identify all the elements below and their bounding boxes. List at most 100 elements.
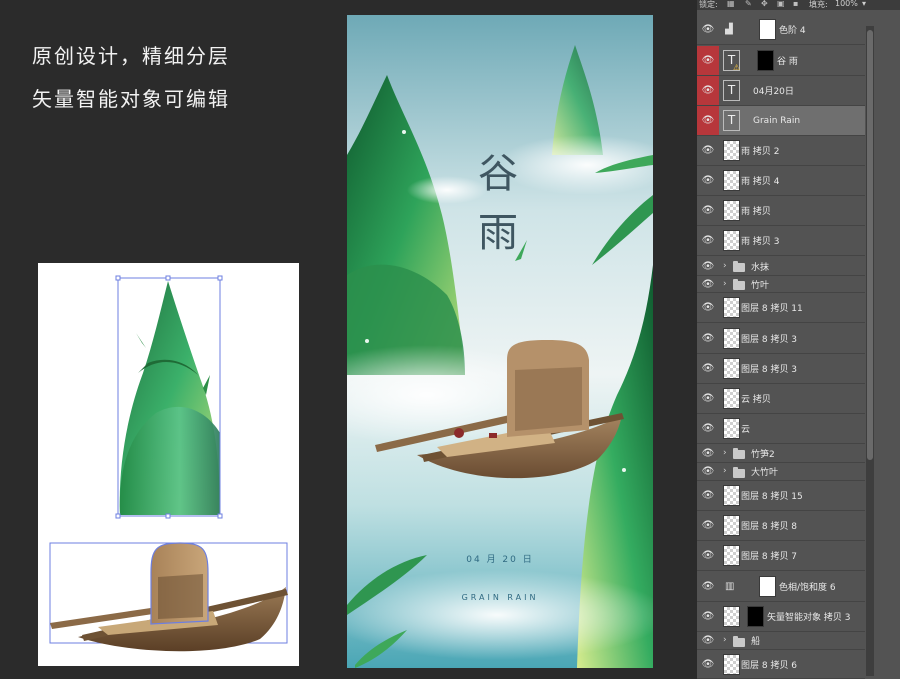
visibility-eye-icon[interactable]: 👁 — [697, 226, 719, 255]
poster-title-char2[interactable]: 雨 — [478, 200, 518, 258]
adjustment-layer-icon: ▟ — [725, 24, 733, 35]
workspace: 原创设计，精细分层 矢量智能对象可编辑 谷 雨 04 月 20 日 GRAIN … — [0, 0, 900, 679]
layer-row[interactable]: 👁 › 水抹 — [697, 257, 865, 276]
layer-row[interactable]: 👁 图层 8 拷贝 7 — [697, 541, 865, 571]
expand-chevron-icon[interactable]: › — [723, 261, 727, 271]
layer-thumbnail — [723, 358, 740, 379]
layer-row[interactable]: 👁 › 大竹叶 — [697, 463, 865, 481]
layer-name: 图层 8 拷贝 15 — [741, 492, 803, 502]
lock-pixels-icon[interactable]: ▦ — [727, 0, 735, 8]
layer-name: 矢量智能对象 拷贝 3 — [767, 613, 851, 623]
visibility-eye-icon[interactable]: 👁 — [697, 46, 719, 75]
layer-row[interactable]: 👁 云 — [697, 414, 865, 444]
poster-date[interactable]: 04 月 20 日 — [347, 552, 653, 565]
layer-row[interactable]: 👁 T Grain Rain — [697, 106, 865, 136]
visibility-eye-icon[interactable]: 👁 — [697, 324, 719, 353]
boat-artboard — [38, 529, 299, 666]
layer-row[interactable]: 👁 图层 8 拷贝 11 — [697, 293, 865, 323]
poster-canvas[interactable]: 谷 雨 04 月 20 日 GRAIN RAIN — [347, 15, 653, 668]
layer-name: 云 — [741, 425, 751, 435]
layer-row[interactable]: 👁 › 船 — [697, 632, 865, 650]
lock-artboard-icon[interactable]: ▣ — [777, 0, 785, 8]
folder-icon — [733, 466, 745, 478]
lock-position-icon[interactable]: ✥ — [761, 0, 768, 8]
visibility-eye-icon[interactable]: 👁 — [697, 15, 719, 44]
visibility-eye-icon[interactable]: 👁 — [697, 444, 719, 462]
visibility-eye-icon[interactable]: 👁 — [697, 354, 719, 383]
layer-name: 图层 8 拷贝 3 — [741, 335, 798, 345]
visibility-eye-icon[interactable]: 👁 — [697, 572, 719, 601]
layer-row[interactable]: 👁 图层 8 拷贝 3 — [697, 354, 865, 384]
lock-brush-icon[interactable]: ✎ — [745, 0, 752, 8]
layer-thumbnail — [723, 515, 740, 536]
visibility-eye-icon[interactable]: 👁 — [697, 463, 719, 480]
layer-row[interactable]: 👁 雨 拷贝 4 — [697, 166, 865, 196]
visibility-eye-icon[interactable]: 👁 — [697, 384, 719, 413]
layers-scroll-thumb[interactable] — [867, 30, 873, 460]
visibility-eye-icon[interactable]: 👁 — [697, 276, 719, 292]
layer-mask-thumbnail[interactable] — [747, 606, 764, 627]
visibility-eye-icon[interactable]: 👁 — [697, 76, 719, 105]
layer-name: 色相/饱和度 6 — [779, 583, 836, 593]
layer-mask-thumbnail[interactable] — [757, 50, 774, 71]
layer-name: 图层 8 拷贝 8 — [741, 522, 798, 532]
bamboo-artboard — [38, 263, 299, 533]
layer-row[interactable]: 👁 雨 拷贝 — [697, 196, 865, 226]
fill-dropdown-icon[interactable]: ▾ — [862, 0, 866, 8]
text-layer-icon: T — [723, 110, 740, 131]
visibility-eye-icon[interactable]: 👁 — [697, 632, 719, 649]
layer-row[interactable]: 👁 云 拷贝 — [697, 384, 865, 414]
layer-row[interactable]: 👁 图层 8 拷贝 8 — [697, 511, 865, 541]
layer-thumbnail — [723, 297, 740, 318]
layer-row[interactable]: 👁 ▟ 色阶 4 — [697, 15, 865, 45]
layer-row[interactable]: 👁 雨 拷贝 2 — [697, 136, 865, 166]
visibility-eye-icon[interactable]: 👁 — [697, 196, 719, 225]
visibility-eye-icon[interactable]: 👁 — [697, 293, 719, 322]
layer-name: 图层 8 拷贝 7 — [741, 552, 798, 562]
layer-name: 雨 拷贝 — [741, 207, 771, 217]
expand-chevron-icon[interactable]: › — [723, 466, 727, 476]
layer-row[interactable]: 👁 ▥ 色相/饱和度 6 — [697, 572, 865, 602]
expand-chevron-icon[interactable]: › — [723, 448, 727, 458]
poster-title-char1[interactable]: 谷 — [478, 141, 518, 199]
layer-name: 船 — [751, 637, 761, 647]
expand-chevron-icon[interactable]: › — [723, 279, 727, 289]
visibility-eye-icon[interactable]: 👁 — [697, 257, 719, 275]
layer-thumbnail — [723, 140, 740, 161]
visibility-eye-icon[interactable]: 👁 — [697, 414, 719, 443]
layer-row[interactable]: 👁 雨 拷贝 3 — [697, 226, 865, 256]
layer-row[interactable]: 👁 › 竹叶 — [697, 276, 865, 293]
layer-mask-thumbnail[interactable] — [759, 19, 776, 40]
layer-thumbnail — [723, 654, 740, 675]
layer-row[interactable]: 👁 › 竹笋2 — [697, 444, 865, 463]
layer-name: 图层 8 拷贝 11 — [741, 304, 803, 314]
layer-row[interactable]: 👁 矢量智能对象 拷贝 3 — [697, 602, 865, 632]
boat-illustration[interactable] — [38, 529, 299, 666]
visibility-eye-icon[interactable]: 👁 — [697, 541, 719, 570]
visibility-eye-icon[interactable]: 👁 — [697, 481, 719, 510]
layer-mask-thumbnail[interactable] — [759, 576, 776, 597]
layer-name: Grain Rain — [753, 115, 801, 126]
visibility-eye-icon[interactable]: 👁 — [697, 602, 719, 631]
layer-row[interactable]: 👁 T ⚠ 谷 雨 — [697, 46, 865, 76]
layer-name: 雨 拷贝 3 — [741, 237, 780, 247]
bamboo-shoot-illustration[interactable] — [38, 263, 299, 533]
expand-chevron-icon[interactable]: › — [723, 635, 727, 645]
layer-row[interactable]: 👁 T 04月20日 — [697, 76, 865, 106]
visibility-eye-icon[interactable]: 👁 — [697, 166, 719, 195]
layer-thumbnail — [723, 545, 740, 566]
layer-row[interactable]: 👁 图层 8 拷贝 6 — [697, 650, 865, 679]
lock-all-icon[interactable]: ▪ — [793, 0, 798, 8]
folder-icon — [733, 279, 745, 290]
fill-value[interactable]: 100% — [835, 0, 858, 8]
fill-label: 填充: — [809, 0, 828, 9]
visibility-eye-icon[interactable]: 👁 — [697, 106, 719, 135]
visibility-eye-icon[interactable]: 👁 — [697, 136, 719, 165]
poster-subtitle[interactable]: GRAIN RAIN — [347, 593, 653, 602]
layer-row[interactable]: 👁 图层 8 拷贝 3 — [697, 324, 865, 354]
layer-thumbnail — [723, 485, 740, 506]
warning-icon: ⚠ — [733, 63, 741, 72]
visibility-eye-icon[interactable]: 👁 — [697, 650, 719, 678]
layer-row[interactable]: 👁 图层 8 拷贝 15 — [697, 481, 865, 511]
visibility-eye-icon[interactable]: 👁 — [697, 511, 719, 540]
